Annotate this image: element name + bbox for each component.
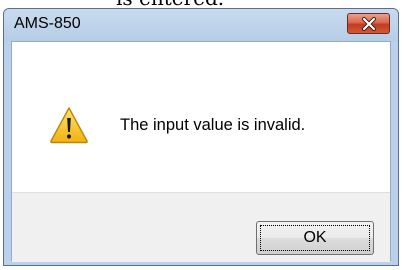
content-area: The input value is invalid. (12, 42, 390, 192)
ok-button[interactable]: OK (256, 221, 374, 255)
message-dialog: AMS-850 The input value is invalid. OK (3, 8, 399, 266)
warning-icon (50, 107, 88, 144)
close-icon (362, 17, 376, 31)
titlebar[interactable]: AMS-850 (4, 9, 398, 41)
close-button[interactable] (347, 13, 390, 34)
page-top-strip: is entered. (0, 0, 405, 10)
button-area: OK (12, 192, 390, 262)
ok-button-label: OK (303, 229, 327, 246)
message-text: The input value is invalid. (120, 116, 306, 134)
dialog-client: The input value is invalid. OK (11, 41, 391, 262)
window-title: AMS-850 (14, 15, 81, 32)
